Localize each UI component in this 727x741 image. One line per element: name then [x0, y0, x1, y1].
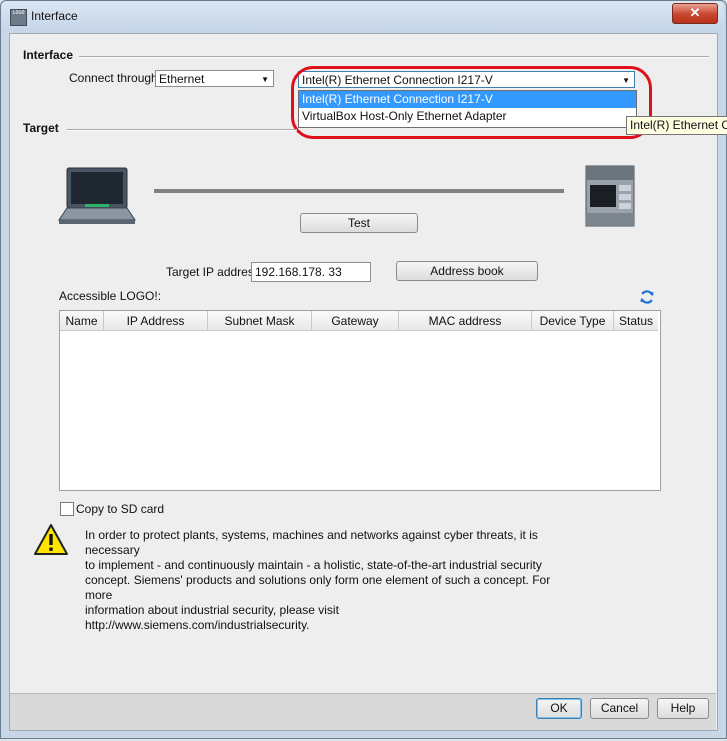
window-title: Interface [31, 9, 78, 23]
connect-through-value: Ethernet [159, 72, 205, 86]
laptop-icon [58, 167, 136, 224]
copy-to-sd-checkbox[interactable] [60, 502, 74, 516]
security-notice-line: In order to protect plants, systems, mac… [85, 528, 538, 557]
column-header-mac[interactable]: MAC address [399, 311, 532, 331]
ok-button[interactable]: OK [536, 698, 582, 719]
column-header-subnet[interactable]: Subnet Mask [208, 311, 312, 331]
adapter-tooltip: Intel(R) Ethernet Connection I217-V [626, 116, 727, 135]
target-ip-label: Target IP address: [166, 265, 264, 279]
copy-to-sd-label: Copy to SD card [76, 502, 165, 516]
connection-line [154, 189, 564, 193]
refresh-icon[interactable] [639, 289, 655, 305]
device-table[interactable]: Name IP Address Subnet Mask Gateway MAC … [59, 310, 661, 491]
close-button[interactable]: ✕ [672, 3, 718, 24]
help-button[interactable]: Help [657, 698, 709, 719]
title-bar[interactable] [1, 1, 724, 31]
security-notice-line: information about industrial security, p… [85, 603, 339, 632]
target-section-title: Target [23, 121, 59, 135]
column-header-status[interactable]: Status [614, 311, 658, 331]
test-button[interactable]: Test [300, 213, 418, 233]
logo-app-icon: LOGO [10, 9, 27, 26]
chevron-down-icon: ▼ [261, 75, 269, 84]
security-notice-line: to implement - and continuously maintain… [85, 558, 542, 572]
logo-device-icon [585, 165, 635, 227]
address-book-button[interactable]: Address book [396, 261, 538, 281]
accessible-logo-label: Accessible LOGO!: [59, 289, 162, 303]
warning-icon [34, 524, 68, 555]
cancel-button[interactable]: Cancel [590, 698, 649, 719]
highlight-annotation [291, 66, 652, 139]
connect-through-label: Connect through: [69, 71, 162, 85]
security-notice-line: concept. Siemens' products and solutions… [85, 573, 551, 602]
target-ip-input[interactable]: 192.168.178. 33 [251, 262, 371, 282]
interface-divider [79, 56, 709, 58]
target-divider [67, 129, 297, 131]
column-header-name[interactable]: Name [60, 311, 104, 331]
security-notice: In order to protect plants, systems, mac… [85, 528, 555, 633]
column-header-ip[interactable]: IP Address [104, 311, 208, 331]
connect-through-select[interactable]: Ethernet ▼ [155, 70, 274, 87]
column-header-gateway[interactable]: Gateway [312, 311, 399, 331]
interface-section-title: Interface [23, 48, 74, 62]
column-header-device-type[interactable]: Device Type [532, 311, 614, 331]
